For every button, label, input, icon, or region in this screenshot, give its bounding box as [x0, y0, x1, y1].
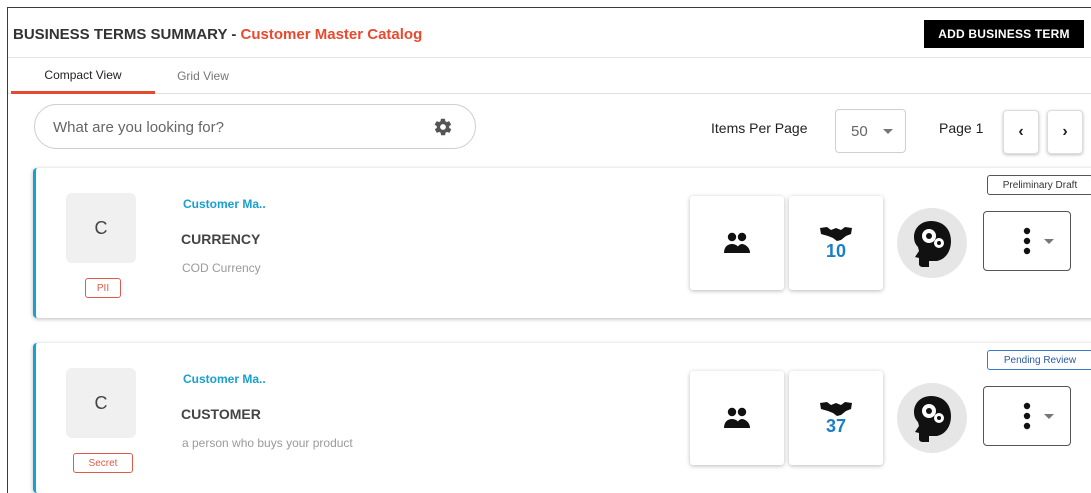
- chevron-down-icon: [883, 129, 893, 134]
- term-card[interactable]: C Secret Customer Ma.. CUSTOMER a person…: [33, 343, 1091, 493]
- associations-tile[interactable]: 10: [789, 196, 883, 290]
- more-actions-menu[interactable]: [983, 211, 1071, 271]
- classification-tag: PII: [85, 278, 121, 298]
- association-count: 10: [825, 240, 847, 261]
- avatar: C: [66, 193, 136, 263]
- term-catalog-link[interactable]: Customer Ma..: [183, 197, 266, 211]
- title-prefix: BUSINESS TERMS SUMMARY: [13, 26, 228, 43]
- term-description: COD Currency: [182, 261, 261, 275]
- chevron-down-icon: [1044, 414, 1054, 419]
- catalog-name: Customer Master Catalog: [240, 26, 423, 43]
- status-badge: Preliminary Draft: [987, 175, 1091, 195]
- term-catalog-link[interactable]: Customer Ma..: [183, 372, 266, 386]
- users-icon: [724, 407, 750, 428]
- term-name[interactable]: CUSTOMER: [181, 406, 261, 422]
- tab-grid-view[interactable]: Grid View: [155, 58, 251, 94]
- brain-icon[interactable]: [897, 208, 967, 278]
- brain-icon[interactable]: [897, 383, 967, 453]
- items-per-page-select[interactable]: 50: [835, 109, 906, 153]
- items-per-page-value: 50: [851, 122, 868, 140]
- association-count: 37: [825, 415, 847, 436]
- items-per-page-label: Items Per Page: [711, 120, 808, 136]
- kebab-menu-icon: [1023, 402, 1031, 430]
- associations-tile[interactable]: 37: [789, 371, 883, 465]
- users-icon: [724, 232, 750, 253]
- prev-page-button[interactable]: ‹: [1003, 110, 1039, 154]
- page-indicator: Page 1: [939, 120, 984, 136]
- search-input[interactable]: [53, 116, 423, 138]
- stewards-tile[interactable]: [690, 371, 784, 465]
- stewards-tile[interactable]: [690, 196, 784, 290]
- avatar: C: [66, 368, 136, 438]
- term-card[interactable]: C PII Customer Ma.. CURRENCY COD Currenc…: [33, 168, 1091, 318]
- term-description: a person who buys your product: [182, 436, 353, 450]
- app-frame: BUSINESS TERMS SUMMARY - Customer Master…: [7, 7, 1091, 493]
- status-badge: Pending Review: [987, 350, 1091, 370]
- tab-compact-view[interactable]: Compact View: [11, 58, 155, 94]
- term-name[interactable]: CURRENCY: [181, 231, 260, 247]
- view-tabs: Compact View Grid View: [8, 58, 1091, 94]
- search-box: [34, 104, 476, 149]
- gear-icon[interactable]: [433, 117, 453, 137]
- add-business-term-button[interactable]: ADD BUSINESS TERM: [924, 20, 1084, 48]
- page-header: BUSINESS TERMS SUMMARY - Customer Master…: [8, 8, 1091, 58]
- more-actions-menu[interactable]: [983, 386, 1071, 446]
- classification-tag: Secret: [73, 453, 133, 473]
- title-separator: -: [227, 26, 241, 43]
- next-page-button[interactable]: ›: [1047, 110, 1083, 154]
- kebab-menu-icon: [1023, 227, 1031, 255]
- chevron-down-icon: [1044, 239, 1054, 244]
- page-title: BUSINESS TERMS SUMMARY - Customer Master…: [13, 26, 422, 43]
